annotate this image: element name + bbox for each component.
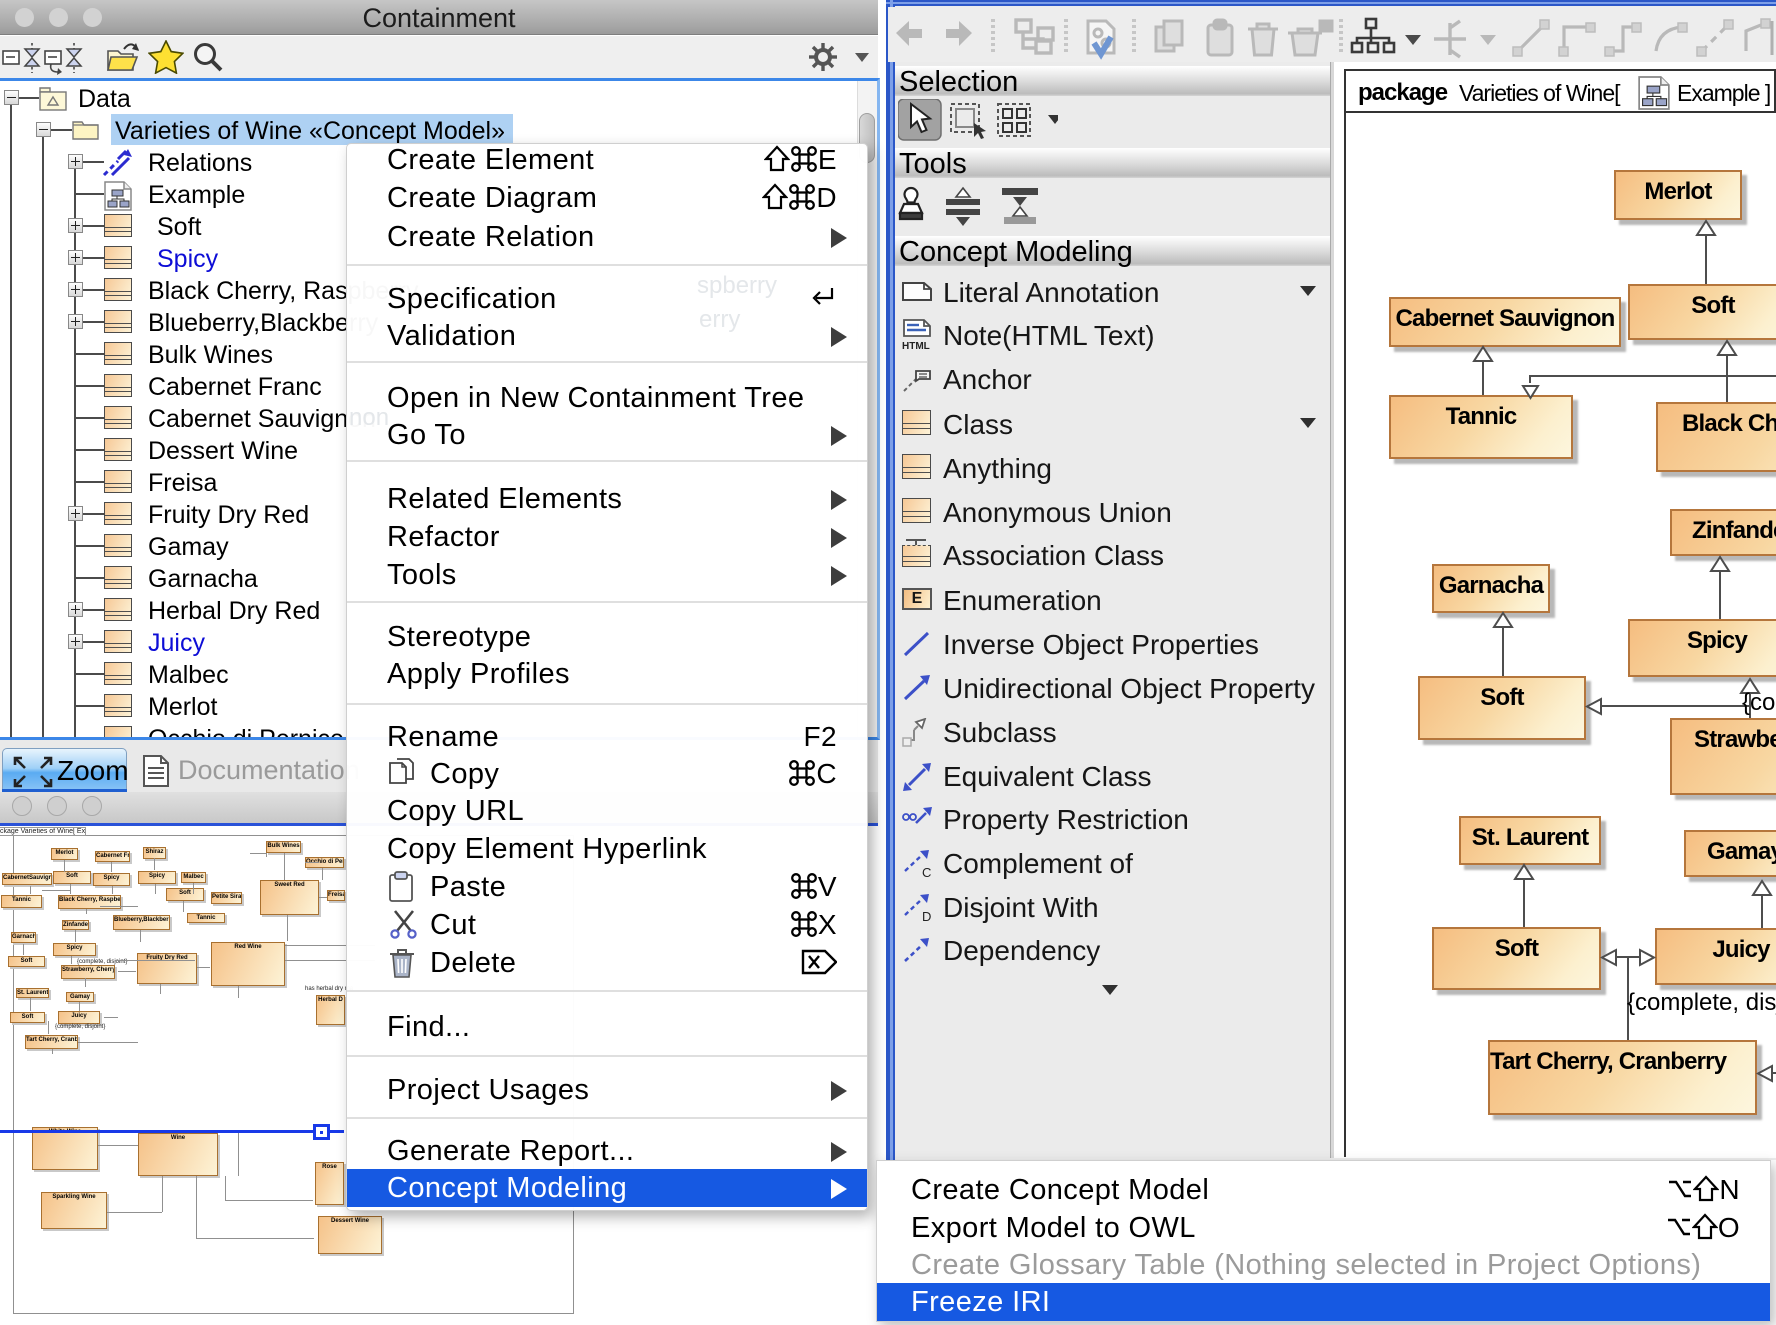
svg-text:D: D bbox=[922, 909, 931, 923]
svg-text:HTML: HTML bbox=[902, 341, 930, 352]
svg-text:C: C bbox=[922, 865, 931, 879]
